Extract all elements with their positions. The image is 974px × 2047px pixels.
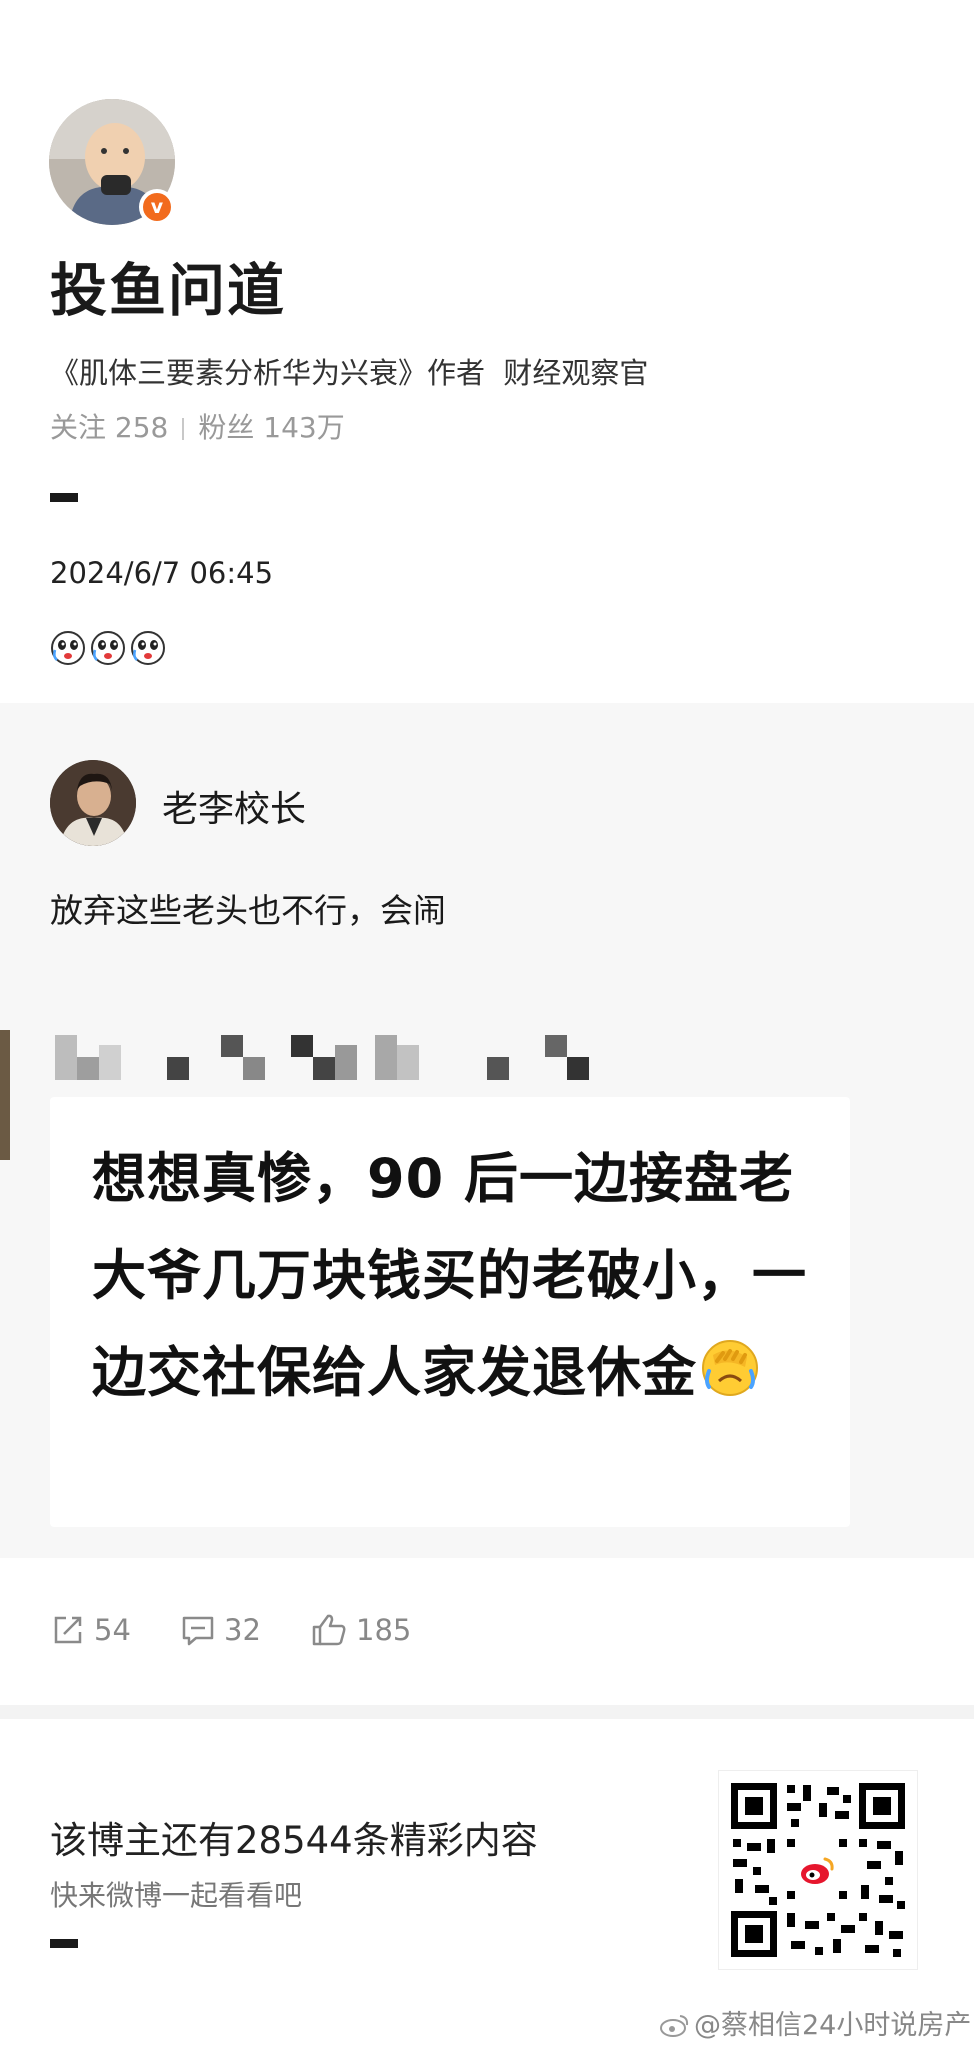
qr-code[interactable] <box>718 1770 918 1970</box>
followers-label[interactable]: 粉丝 <box>198 411 254 444</box>
following-count[interactable]: 258 <box>115 411 168 444</box>
sad-face-emoji-icon <box>91 631 125 665</box>
quoted-image-text: 想想真惨，90 后一边接盘老大爷几万块钱买的老破小，一边交社保给人家发退休金 <box>92 1130 832 1421</box>
repost-button[interactable]: 54 <box>50 1608 131 1652</box>
comment-button[interactable]: 32 <box>180 1608 261 1652</box>
section-dash <box>50 493 78 502</box>
weibo-logo-icon <box>660 2015 689 2037</box>
more-content-subtitle: 快来微博一起看看吧 <box>50 1879 303 1912</box>
cropped-image-edge <box>0 1030 10 1160</box>
repost-icon <box>54 1616 82 1644</box>
follow-stats: 关注 258 粉丝 143万 <box>50 406 345 446</box>
facepalm-crying-emoji-icon <box>702 1340 758 1396</box>
verified-badge-icon: v <box>139 189 175 225</box>
comment-text: 放弃这些老头也不行，会闹 <box>50 891 446 930</box>
author-name[interactable]: 投鱼问道 <box>50 245 286 327</box>
post-timestamp: 2024/6/7 06:45 <box>50 556 274 590</box>
more-content-title[interactable]: 该博主还有28544条精彩内容 <box>50 1810 538 1864</box>
comment-count: 32 <box>224 1613 261 1647</box>
weibo-watermark: @蔡相信24小时说房产 <box>660 2003 971 2042</box>
commenter-name[interactable]: 老李校长 <box>162 780 306 832</box>
commenter-avatar[interactable] <box>50 760 136 846</box>
sad-face-emoji-icon <box>51 631 85 665</box>
thumbs-up-icon <box>312 1614 346 1646</box>
pixelated-username <box>55 1035 589 1080</box>
section-divider <box>0 1705 974 1719</box>
author-bio: 《肌体三要素分析华为兴衰》作者 财经观察官 <box>50 356 649 390</box>
repost-count: 54 <box>94 1613 131 1647</box>
comment-icon <box>182 1616 214 1646</box>
following-label[interactable]: 关注 <box>50 411 106 444</box>
footer-dash <box>50 1939 78 1948</box>
stats-divider <box>182 418 185 440</box>
post-emoji-row <box>50 630 166 666</box>
qr-code-icon <box>729 1781 907 1959</box>
like-button[interactable]: 185 <box>310 1608 411 1652</box>
like-count: 185 <box>356 1613 412 1647</box>
followers-count[interactable]: 143万 <box>263 411 344 444</box>
watermark-text: @蔡相信24小时说房产 <box>694 2010 972 2041</box>
sad-face-emoji-icon <box>131 631 165 665</box>
